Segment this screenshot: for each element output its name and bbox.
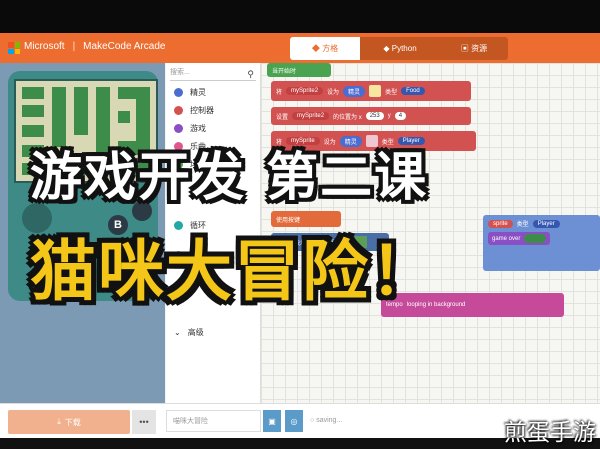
tab-blocks[interactable]: ◆ 方格 xyxy=(290,37,360,60)
y-value-field[interactable]: 4 xyxy=(394,112,407,120)
download-button[interactable]: ⤓ 下载 xyxy=(8,410,130,434)
on-start-label: 当开始时 xyxy=(272,68,297,75)
sprite-pill[interactable]: sprite xyxy=(488,219,513,228)
category-sprites[interactable]: 精灵 xyxy=(174,85,206,99)
set-position-block[interactable]: 设置 mySprite2 的位置为 x 253 y 4 xyxy=(271,107,471,125)
category-label: 乐曲 xyxy=(190,141,206,151)
food-sprite-icon[interactable] xyxy=(369,85,382,97)
maze-tilemap xyxy=(16,81,156,181)
set-tilemap-block[interactable]: 设置图块地图为 tilemap xyxy=(271,233,389,251)
on-start-block[interactable]: 当开始时 xyxy=(267,63,331,77)
editor-mode-tabs: ◆ 方格 ◆ Python ▣ 资源 xyxy=(290,37,508,60)
sprites-icon xyxy=(174,87,183,97)
music-icon xyxy=(174,141,183,151)
b-button[interactable]: B xyxy=(108,215,128,235)
block-text: 设为 xyxy=(323,139,336,146)
set-sprite-block[interactable]: 将 mySprite2 设为 精灵 类型 Food xyxy=(271,81,471,101)
brand-title: Microsoft | MakeCode Arcade xyxy=(24,41,166,52)
game-screen[interactable] xyxy=(14,79,158,183)
variable-pill[interactable]: mySprite2 xyxy=(286,87,324,95)
cat-sprite-icon[interactable] xyxy=(365,135,378,147)
category-label: 循环 xyxy=(190,220,206,230)
tilemap-thumbnail-icon[interactable] xyxy=(355,236,368,248)
category-label: 逻辑 xyxy=(190,250,206,260)
category-label: 游戏 xyxy=(190,123,206,133)
kind-pill[interactable]: Food xyxy=(401,87,425,95)
tab-python[interactable]: ◆ Python xyxy=(360,37,440,60)
scene-icon xyxy=(174,159,183,169)
category-music[interactable]: 乐曲 xyxy=(174,139,206,153)
move-with-buttons-block[interactable]: 使用按键 xyxy=(271,211,341,227)
category-controller[interactable]: 控制器 xyxy=(174,103,214,117)
toolbox-search-input[interactable]: 搜索... ⚲ xyxy=(170,66,256,81)
block-text: 类型 xyxy=(516,222,529,228)
simulator-panel: B xyxy=(0,63,165,403)
category-scene[interactable]: 场景 xyxy=(174,157,206,171)
top-black-bar xyxy=(0,0,600,33)
microsoft-logo-icon xyxy=(8,42,20,54)
app-header: Microsoft | MakeCode Arcade ◆ 方格 ◆ Python … xyxy=(0,33,600,63)
block-text: looping in background xyxy=(406,302,466,308)
game-over-block[interactable]: game over xyxy=(488,232,551,245)
kind-pill[interactable]: Player xyxy=(532,219,560,228)
category-label: 控制器 xyxy=(190,105,214,115)
brand-name: Microsoft xyxy=(24,41,65,52)
saving-status: ○ saving... xyxy=(310,417,342,424)
variable-pill[interactable]: mySprite2 xyxy=(292,112,330,120)
category-advanced[interactable]: ⌄ 高级 xyxy=(174,325,204,339)
kind-pill[interactable]: Player xyxy=(397,137,425,145)
game-console: B xyxy=(8,71,158,301)
sprite-pill[interactable]: 精灵 xyxy=(339,135,362,147)
search-icon[interactable]: ⚲ xyxy=(247,67,254,81)
blocks-workspace[interactable]: 当开始时 将 mySprite2 设为 精灵 类型 Food 设置 mySpri… xyxy=(261,63,600,403)
download-label: 下载 xyxy=(64,417,81,427)
block-toolbox: 搜索... ⚲ 精灵 控制器 游戏 乐曲 场景 循环 逻辑 ⌄ 高级 xyxy=(166,63,261,403)
more-options-button[interactable]: ••• xyxy=(132,410,156,434)
block-text: 设置 xyxy=(276,114,289,121)
block-text: 的位置为 x xyxy=(333,114,362,121)
saving-text: saving... xyxy=(316,417,343,424)
block-text: tempo xyxy=(386,302,403,308)
category-loops[interactable]: 循环 xyxy=(174,218,206,232)
search-placeholder: 搜索... xyxy=(170,69,190,76)
on-overlap-block[interactable]: sprite 类型 Player game over xyxy=(483,215,600,271)
block-text: 将 xyxy=(276,139,283,146)
editor-footer: ⤓ 下载 ••• 喵咪大冒险 ▣ ◎ ○ saving... xyxy=(0,403,600,438)
set-player-block[interactable]: 将 mySprite 设为 精灵 类型 Player xyxy=(271,131,476,151)
category-game[interactable]: 游戏 xyxy=(174,121,206,135)
logic-icon xyxy=(174,250,183,260)
category-label: 精灵 xyxy=(190,87,206,97)
download-icon: ⤓ xyxy=(57,417,61,426)
toggle-icon[interactable] xyxy=(524,234,547,243)
category-logic[interactable]: 逻辑 xyxy=(174,248,206,262)
controller-icon xyxy=(174,105,183,115)
makecode-window: Microsoft | MakeCode Arcade ◆ 方格 ◆ Python … xyxy=(0,33,600,438)
x-value-field[interactable]: 253 xyxy=(365,112,384,120)
block-text: 使用按键 xyxy=(276,217,301,224)
block-text: 设为 xyxy=(327,89,340,96)
app-name: MakeCode Arcade xyxy=(83,41,166,52)
game-icon xyxy=(174,123,183,133)
variable-pill[interactable]: mySprite xyxy=(286,137,320,145)
category-label: 高级 xyxy=(187,327,204,337)
dpad-button[interactable] xyxy=(22,203,52,233)
save-icon[interactable]: ▣ xyxy=(263,410,281,432)
project-name-input[interactable]: 喵咪大冒险 xyxy=(166,410,261,432)
block-text: y xyxy=(387,113,391,119)
sprite-pill[interactable]: 精灵 xyxy=(343,85,366,97)
block-text: 类型 xyxy=(385,89,398,96)
block-text: 将 xyxy=(276,89,283,96)
a-button[interactable] xyxy=(132,201,152,221)
play-music-block[interactable]: tempo looping in background xyxy=(381,293,564,317)
chevron-down-icon: ⌄ xyxy=(174,327,181,337)
block-text: 设置图块地图为 xyxy=(276,240,319,247)
block-text: game over xyxy=(492,235,521,242)
tilemap-pill[interactable]: tilemap xyxy=(322,238,352,246)
tab-assets[interactable]: ▣ 资源 xyxy=(440,37,508,60)
github-icon[interactable]: ◎ xyxy=(285,410,303,432)
loops-icon xyxy=(174,220,183,230)
block-text: 类型 xyxy=(381,139,394,146)
category-label: 场景 xyxy=(190,159,206,169)
